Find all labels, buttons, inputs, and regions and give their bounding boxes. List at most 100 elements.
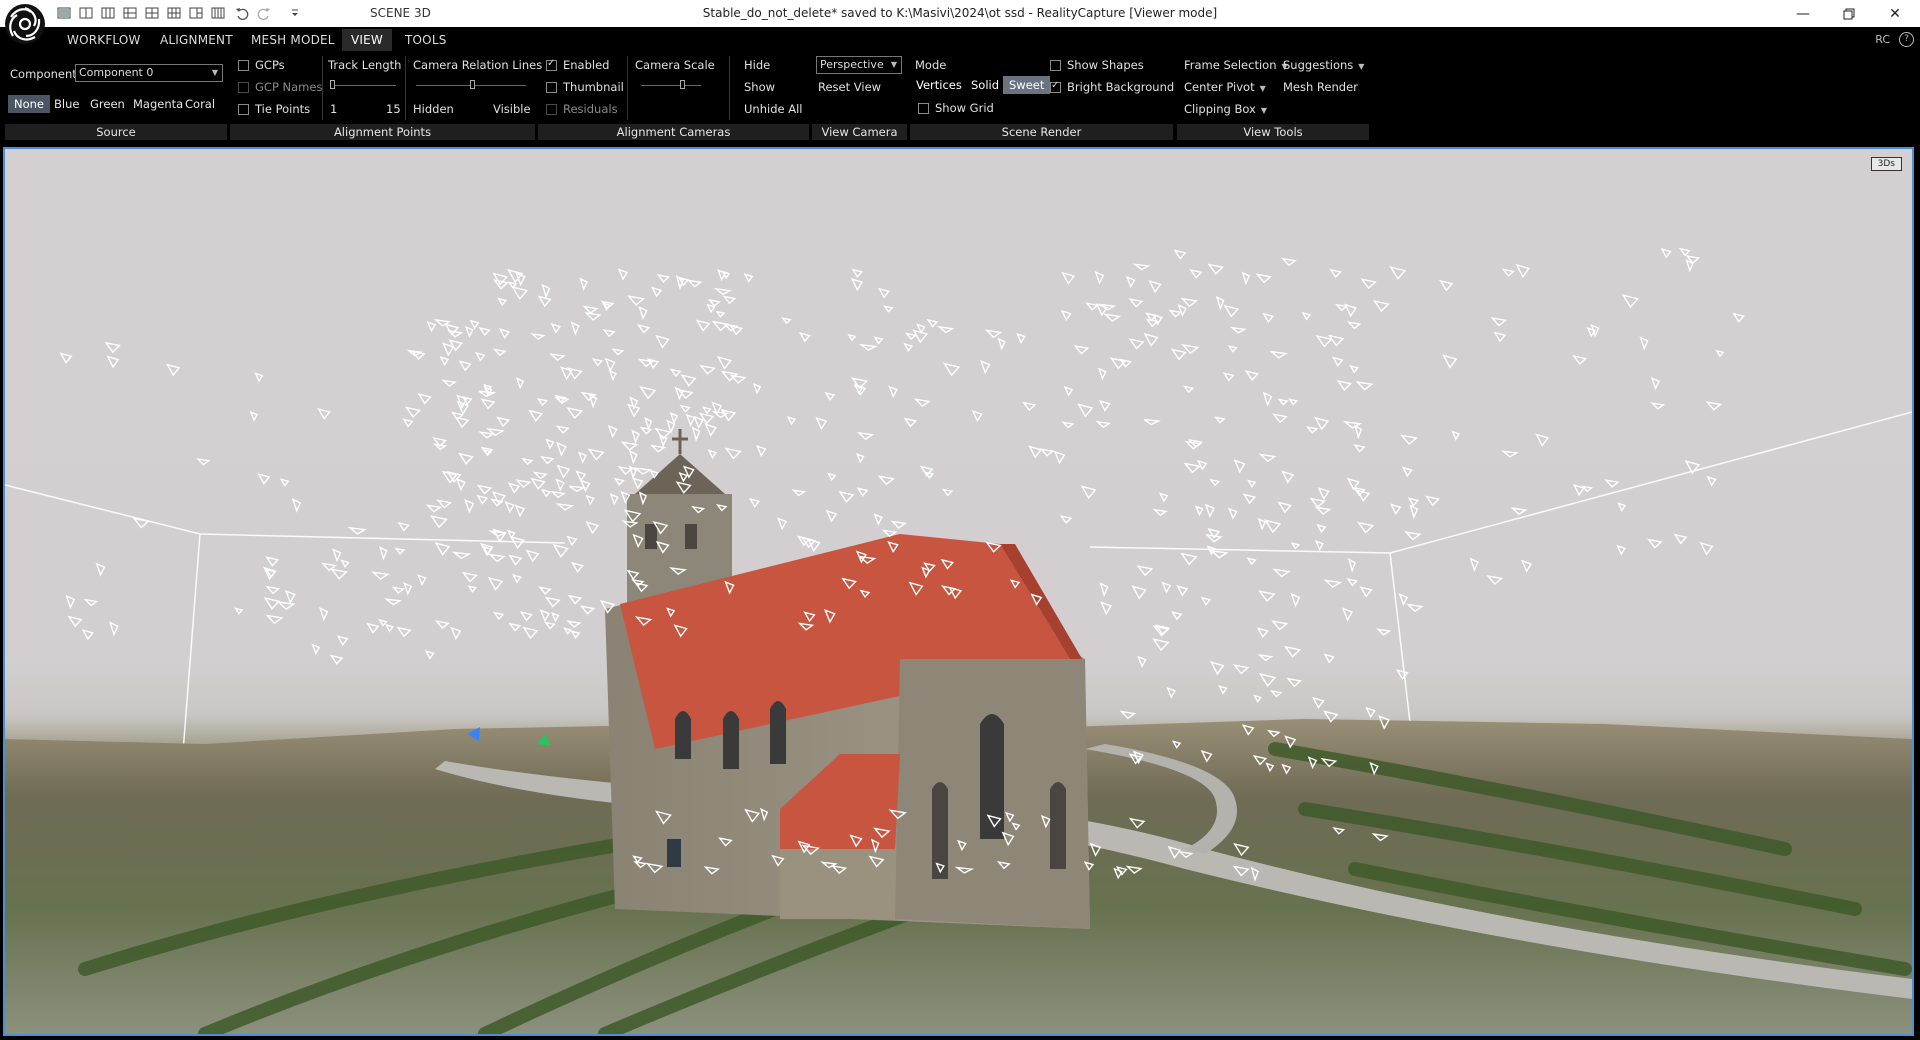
camera-frustum <box>877 287 890 299</box>
tie-points-checkbox[interactable] <box>238 104 249 115</box>
track-length-slider-min-thumb[interactable] <box>330 80 335 89</box>
camera-frustum <box>607 424 618 439</box>
thumbnail-label: Thumbnail <box>563 80 624 94</box>
camera-frustum <box>1080 485 1097 500</box>
component-dropdown[interactable]: Component 0 ▼ <box>75 64 223 82</box>
restore-icon[interactable] <box>1826 0 1872 27</box>
camera-scale-slider[interactable] <box>641 85 701 86</box>
mode-solid[interactable]: Solid <box>965 76 1005 94</box>
projection-dropdown[interactable]: Perspective ▼ <box>816 56 902 74</box>
camera-frustum <box>545 438 555 450</box>
camera-frustum <box>680 374 697 387</box>
layout-5-icon[interactable] <box>144 5 160 21</box>
divider <box>322 56 323 120</box>
residuals-label: Residuals <box>563 102 618 116</box>
layout-3-icon[interactable] <box>100 5 116 21</box>
customize-icon[interactable] <box>287 5 303 21</box>
camera-scale-slider-thumb[interactable] <box>680 80 685 89</box>
camera-frustum <box>519 611 533 622</box>
redo-icon[interactable] <box>256 5 272 21</box>
clipping-box-button[interactable]: Clipping Box ▼ <box>1184 102 1267 116</box>
view-badge[interactable]: 3Ds <box>1870 157 1902 171</box>
gcps-checkbox[interactable] <box>238 60 249 71</box>
camera-frustum <box>485 427 505 437</box>
camera-frustum <box>582 305 599 314</box>
layout-6-icon[interactable] <box>166 5 182 21</box>
suggestions-button[interactable]: Suggestions ▼ <box>1283 58 1364 72</box>
camera-frustum <box>384 598 403 606</box>
show-button[interactable]: Show <box>744 80 775 94</box>
camera-frustum <box>507 268 524 284</box>
color-blue[interactable]: Blue <box>48 95 85 113</box>
camera-frustum <box>1158 492 1169 503</box>
tab-alignment[interactable]: ALIGNMENT <box>160 33 233 47</box>
group-alignment-cameras: Enabled Thumbnail Residuals Camera Scale… <box>538 52 809 140</box>
camera-frustum <box>530 333 546 340</box>
layout-1-icon[interactable] <box>56 5 72 21</box>
show-shapes-checkbox[interactable] <box>1050 60 1061 71</box>
tab-tools[interactable]: TOOLS <box>405 33 447 47</box>
close-icon[interactable]: ✕ <box>1872 0 1918 27</box>
unhide-all-button[interactable]: Unhide All <box>744 102 802 116</box>
layout-8-icon[interactable] <box>210 5 226 21</box>
relation-lines-slider-thumb[interactable] <box>470 80 475 89</box>
show-grid-checkbox[interactable] <box>918 103 929 114</box>
camera-frustum <box>1280 257 1297 267</box>
camera-frustum <box>1389 266 1407 280</box>
scene-3d-viewport[interactable]: 3Ds <box>3 147 1914 1036</box>
camera-frustum <box>1650 402 1666 410</box>
layout-7-icon[interactable] <box>188 5 204 21</box>
camera-frustum <box>1469 557 1479 572</box>
mode-vertices[interactable]: Vertices <box>910 76 968 94</box>
camera-frustum <box>332 548 342 563</box>
color-none[interactable]: None <box>8 95 51 113</box>
reset-view-button[interactable]: Reset View <box>818 80 881 94</box>
camera-frustum <box>858 343 879 351</box>
camera-frustum <box>109 621 119 637</box>
tab-workflow[interactable]: WORKFLOW <box>67 33 141 47</box>
scene-render[interactable] <box>5 149 1912 1034</box>
track-length-slider[interactable] <box>330 85 396 86</box>
camera-frustum <box>815 416 828 431</box>
color-green[interactable]: Green <box>84 95 131 113</box>
camera-frustum <box>1347 558 1356 573</box>
help-icon[interactable]: ? <box>1899 32 1914 47</box>
camera-frustum <box>567 594 583 605</box>
camera-frustum <box>1257 654 1274 662</box>
camera-frustum <box>904 332 918 341</box>
camera-frustum <box>1301 311 1312 321</box>
bright-background-checkbox[interactable] <box>1050 80 1061 93</box>
camera-frustum <box>480 398 496 410</box>
frame-selection-button[interactable]: Frame Selection ▼ <box>1184 58 1288 72</box>
camera-frustum <box>1399 434 1419 446</box>
hide-button[interactable]: Hide <box>744 58 770 72</box>
camera-frustum <box>1016 332 1026 345</box>
camera-frustum <box>1128 338 1145 350</box>
minimize-icon[interactable]: — <box>1780 0 1826 27</box>
mode-label: Mode <box>915 58 947 72</box>
mesh-render-button[interactable]: Mesh Render <box>1283 80 1358 94</box>
layout-2-icon[interactable] <box>78 5 94 21</box>
residuals-checkbox[interactable] <box>546 104 557 115</box>
camera-frustum <box>1493 331 1507 343</box>
camera-frustum <box>402 418 414 428</box>
camera-frustum <box>1073 344 1090 355</box>
camera-frustum <box>467 585 477 593</box>
camera-frustum <box>507 281 518 289</box>
camera-frustum <box>1060 309 1072 322</box>
gcp-names-checkbox[interactable] <box>238 82 249 93</box>
undo-icon[interactable] <box>234 5 250 21</box>
camera-frustum <box>1039 448 1055 457</box>
thumbnail-checkbox[interactable] <box>546 82 557 93</box>
camera-frustum <box>1581 485 1593 493</box>
enabled-checkbox[interactable] <box>546 58 557 71</box>
center-pivot-button[interactable]: Center Pivot ▼ <box>1184 80 1266 94</box>
tab-mesh-model[interactable]: MESH MODEL <box>251 33 335 47</box>
tie-points-label: Tie Points <box>255 102 311 116</box>
color-coral[interactable]: Coral <box>179 95 221 113</box>
tab-view[interactable]: VIEW <box>342 29 392 51</box>
camera-frustum <box>265 614 284 625</box>
mode-sweet[interactable]: Sweet <box>1003 76 1051 94</box>
divider <box>729 56 730 120</box>
layout-4-icon[interactable] <box>122 5 138 21</box>
